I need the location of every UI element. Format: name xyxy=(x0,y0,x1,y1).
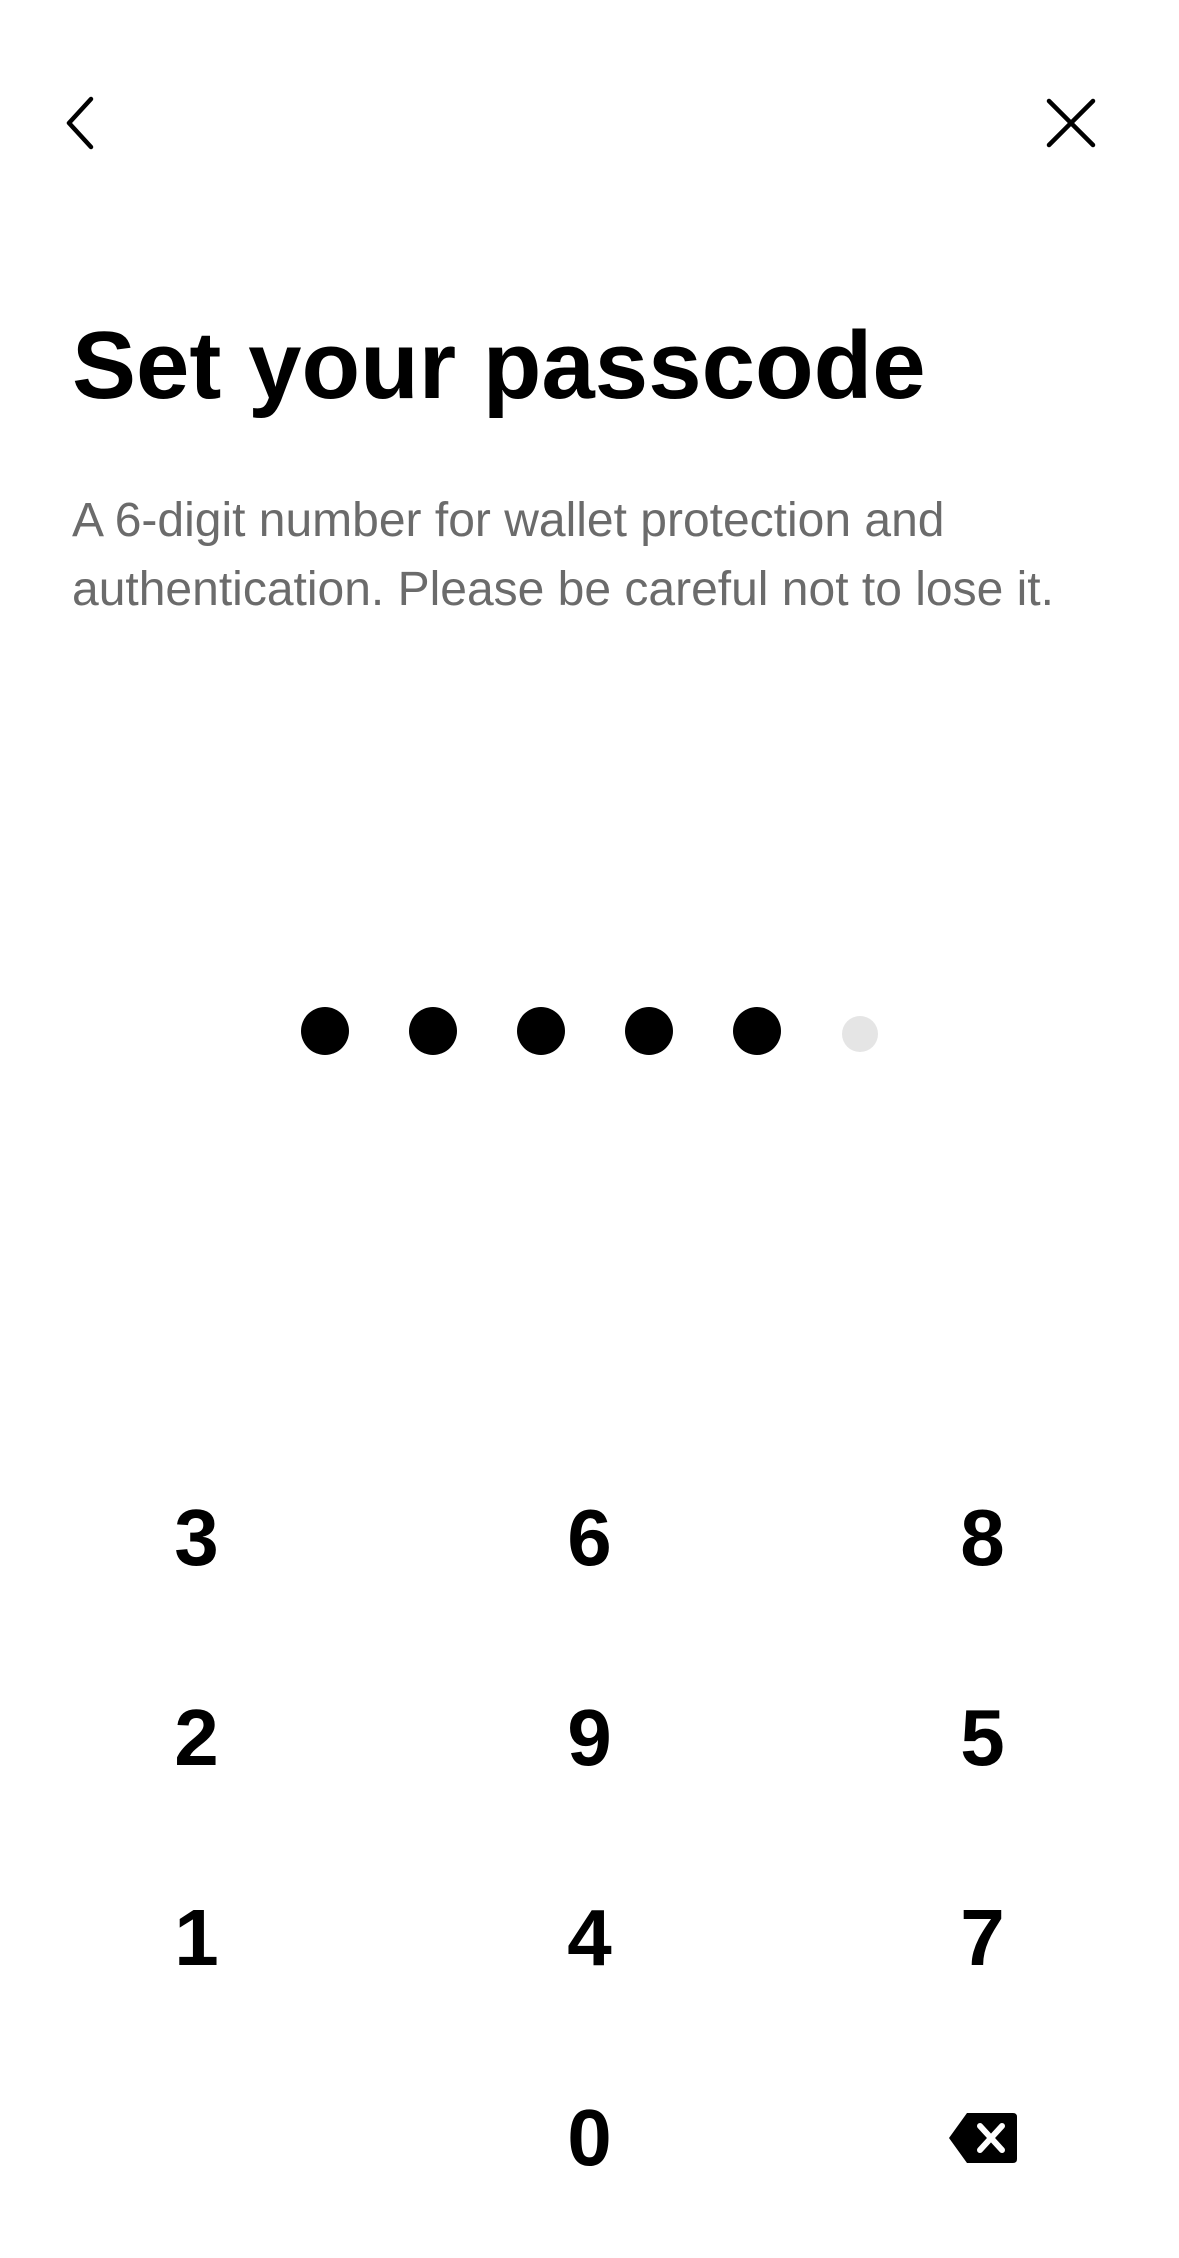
keypad-key-6[interactable]: 6 xyxy=(393,1438,786,1638)
numeric-keypad: 3 6 8 2 9 5 1 4 7 0 xyxy=(0,1438,1179,2238)
backspace-button[interactable] xyxy=(786,2038,1179,2238)
keypad-key-2[interactable]: 2 xyxy=(0,1638,393,1838)
keypad-key-5[interactable]: 5 xyxy=(786,1638,1179,1838)
page-description: A 6-digit number for wallet protection a… xyxy=(72,494,1054,616)
passcode-dot-filled xyxy=(301,1007,349,1055)
passcode-dot-empty xyxy=(842,1016,878,1052)
chevron-left-icon xyxy=(66,96,94,150)
keypad-key-1[interactable]: 1 xyxy=(0,1838,393,2038)
keypad-key-3[interactable]: 3 xyxy=(0,1438,393,1638)
close-button[interactable] xyxy=(1036,88,1106,158)
close-icon xyxy=(1046,98,1096,148)
passcode-dot-filled xyxy=(625,1007,673,1055)
keypad-key-4[interactable]: 4 xyxy=(393,1838,786,2038)
keypad-key-0[interactable]: 0 xyxy=(393,2038,786,2238)
keypad-key-7[interactable]: 7 xyxy=(786,1838,1179,2038)
passcode-indicator xyxy=(0,995,1179,1065)
keypad-empty-slot xyxy=(0,2038,393,2238)
page-title: Set your passcode xyxy=(72,312,926,419)
passcode-dot-filled xyxy=(733,1007,781,1055)
keypad-key-8[interactable]: 8 xyxy=(786,1438,1179,1638)
backspace-icon xyxy=(948,2113,1017,2163)
back-button[interactable] xyxy=(46,88,116,158)
keypad-key-9[interactable]: 9 xyxy=(393,1638,786,1838)
passcode-dot-filled xyxy=(517,1007,565,1055)
passcode-dot-filled xyxy=(409,1007,457,1055)
